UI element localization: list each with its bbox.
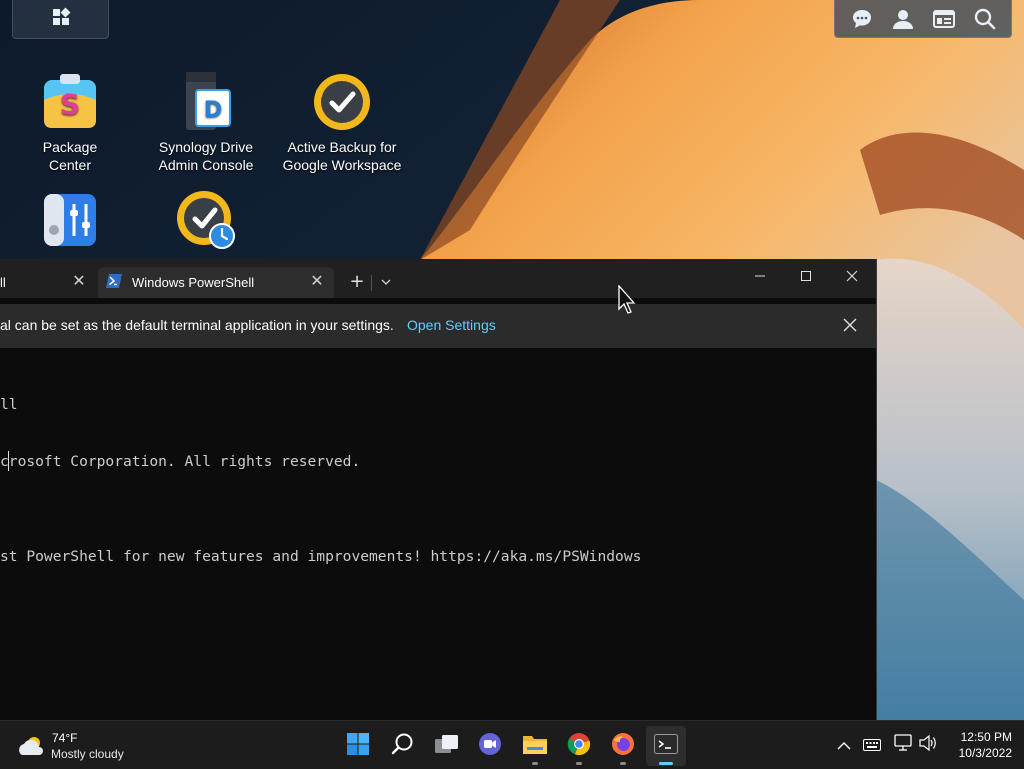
terminal-button[interactable] — [646, 726, 686, 766]
terminal-icon — [654, 734, 678, 758]
close-icon — [846, 270, 858, 286]
maximize-icon — [800, 270, 812, 286]
close-tab-icon[interactable]: ✕ — [70, 273, 88, 291]
teams-chat-button[interactable] — [470, 726, 510, 766]
running-indicator — [659, 762, 673, 765]
control-panel-icon — [38, 190, 102, 254]
svg-text:S: S — [60, 88, 80, 121]
keyboard-icon — [863, 736, 881, 755]
close-tab-icon[interactable]: ✕ — [308, 273, 326, 291]
dsm-tray — [834, 0, 1012, 38]
synology-drive-icon: D — [174, 70, 238, 134]
infobar-message: al can be set as the default terminal ap… — [0, 317, 394, 333]
user-icon[interactable] — [891, 7, 915, 31]
snapshot-backup-icon — [174, 188, 238, 252]
minimize-button[interactable] — [737, 263, 783, 293]
clock-date: 10/3/2022 — [958, 746, 1012, 760]
powershell-icon — [106, 274, 122, 291]
taskbar-search-button[interactable] — [383, 726, 423, 766]
chevron-down-icon[interactable] — [376, 271, 396, 293]
maximize-button[interactable] — [783, 263, 829, 293]
firefox-icon — [611, 732, 635, 760]
open-settings-link[interactable]: Open Settings — [407, 317, 496, 333]
weather-temperature: 74°F — [52, 731, 78, 745]
tab-title: Windows PowerShell — [132, 275, 255, 290]
file-explorer-button[interactable] — [515, 726, 555, 766]
tab-title: ll — [0, 275, 6, 290]
desktop-icon-control-panel[interactable] — [2, 190, 138, 258]
file-explorer-icon — [522, 733, 548, 759]
tab-previous[interactable]: ll ✕ — [0, 267, 96, 298]
running-indicator — [532, 762, 538, 765]
chrome-button[interactable] — [559, 726, 599, 766]
weather-widget[interactable]: 74°F Mostly cloudy — [16, 729, 156, 763]
teams-chat-icon — [478, 732, 502, 760]
search-icon[interactable] — [973, 7, 997, 31]
dsm-main-menu-button[interactable] — [12, 0, 109, 39]
keyboard-button[interactable] — [862, 735, 882, 755]
desktop-icon-active-backup[interactable]: Active Backup for Google Workspace — [274, 70, 410, 174]
running-indicator — [576, 762, 582, 765]
grid-icon — [51, 7, 71, 31]
tab-bar: ll ✕ Windows PowerShell ✕ + — [0, 259, 876, 298]
search-icon — [391, 732, 415, 760]
network-button[interactable] — [893, 734, 913, 756]
console-line: ll — [0, 396, 18, 413]
mouse-pointer-icon — [618, 284, 638, 315]
show-hidden-icons-button[interactable] — [834, 735, 854, 755]
terminal-window: ll ✕ Windows PowerShell ✕ + al can be se… — [0, 259, 877, 720]
tab-divider — [371, 275, 372, 291]
svg-text:D: D — [204, 98, 222, 123]
firefox-button[interactable] — [603, 726, 643, 766]
task-view-button[interactable] — [427, 726, 467, 766]
start-icon — [346, 732, 370, 760]
tab-windows-powershell[interactable]: Windows PowerShell ✕ — [98, 267, 334, 298]
chevron-up-icon — [837, 736, 851, 755]
clock-time: 12:50 PM — [960, 730, 1012, 744]
volume-button[interactable] — [918, 734, 938, 756]
running-indicator — [620, 762, 626, 765]
clock[interactable]: 12:50 PM 10/3/2022 — [946, 729, 1012, 761]
console-line: st PowerShell for new features and impro… — [0, 548, 642, 565]
minimize-icon — [754, 270, 766, 286]
desktop-icon-package-center[interactable]: S Package Center — [2, 70, 138, 174]
close-window-button[interactable] — [829, 263, 875, 293]
package-center-icon: S — [38, 70, 102, 134]
dismiss-infobar-icon[interactable] — [840, 315, 860, 335]
console-line: crosoft Corporation. All rights reserved… — [0, 453, 361, 470]
chat-icon[interactable] — [850, 7, 874, 31]
task-view-icon — [434, 733, 460, 759]
cloudy-icon — [16, 735, 46, 762]
network-icon — [893, 734, 913, 756]
taskbar: 74°F Mostly cloudy 12:50 PM 10/3/2022 — [0, 720, 1024, 769]
desktop-icon-snapshot-backup[interactable] — [138, 188, 274, 256]
default-terminal-infobar: al can be set as the default terminal ap… — [0, 304, 876, 348]
active-backup-icon — [310, 70, 374, 134]
chrome-icon — [567, 732, 591, 760]
new-tab-button[interactable]: + — [346, 271, 368, 293]
console-output[interactable]: ll crosoft Corporation. All rights reser… — [0, 357, 876, 604]
widget-icon[interactable] — [932, 7, 956, 31]
desktop-icon-synology-drive-admin[interactable]: D Synology Drive Admin Console — [138, 70, 274, 174]
start-button[interactable] — [338, 726, 378, 766]
weather-condition: Mostly cloudy — [51, 747, 124, 761]
text-cursor — [8, 451, 9, 471]
speaker-icon — [918, 734, 938, 756]
